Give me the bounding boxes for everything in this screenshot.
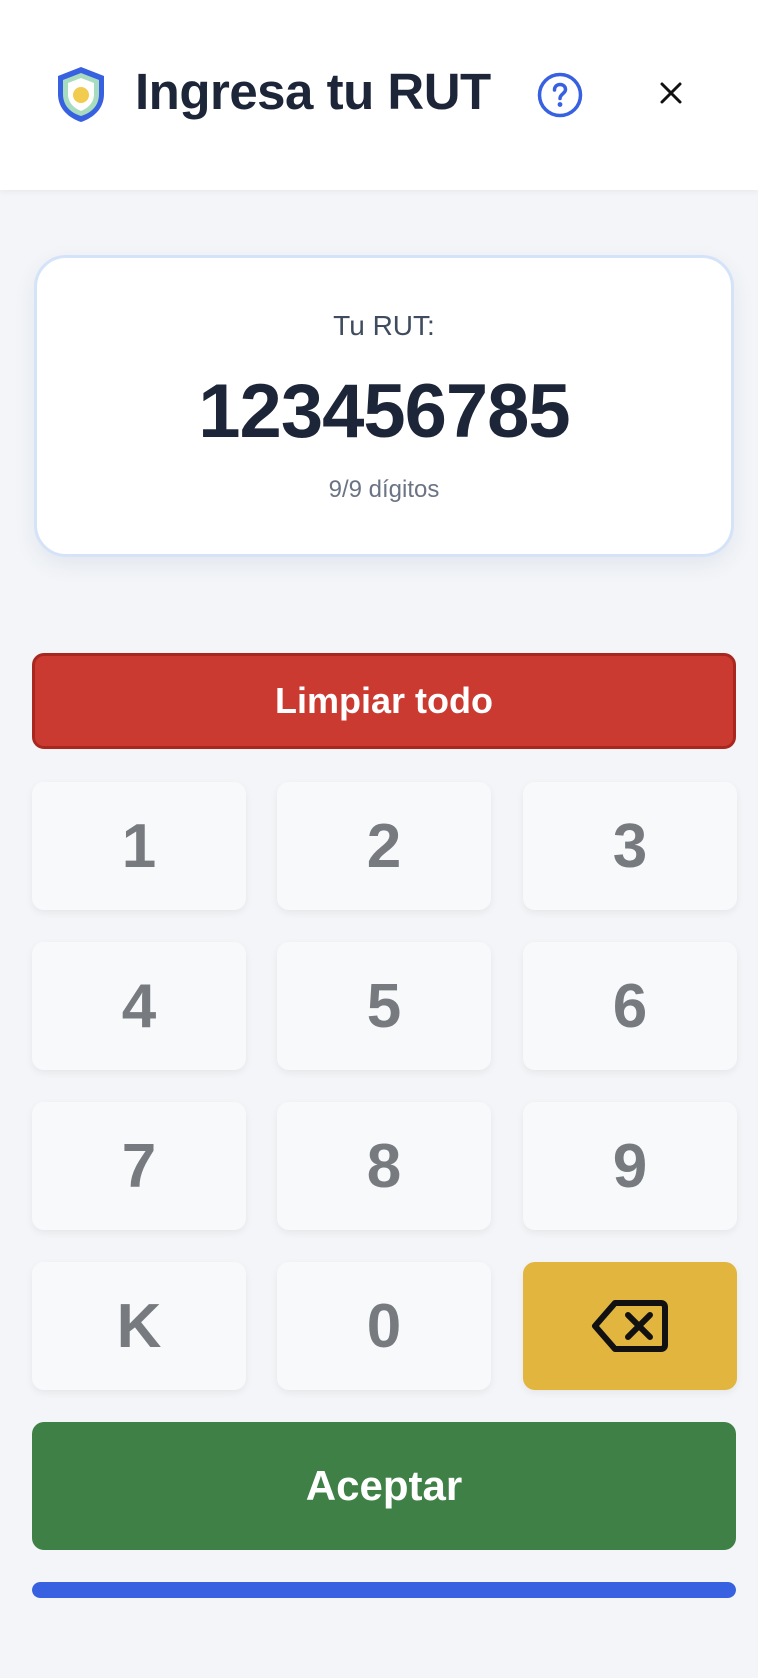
key-k[interactable]: K [32, 1262, 246, 1390]
progress-bar [32, 1582, 736, 1598]
key-6[interactable]: 6 [523, 942, 737, 1070]
close-icon[interactable] [656, 78, 686, 108]
page-title: Ingresa tu RUT [135, 63, 491, 120]
key-8[interactable]: 8 [277, 1102, 491, 1230]
key-3[interactable]: 3 [523, 782, 737, 910]
key-5[interactable]: 5 [277, 942, 491, 1070]
rut-display-card: Tu RUT: 123456785 9/9 dígitos [34, 255, 734, 557]
progress-fill [32, 1582, 736, 1598]
shield-icon [58, 67, 104, 122]
digit-counter: 9/9 dígitos [328, 476, 440, 503]
clear-all-button[interactable]: Limpiar todo [32, 653, 736, 749]
backspace-button[interactable] [523, 1262, 737, 1390]
key-2[interactable]: 2 [277, 782, 491, 910]
header: Ingresa tu RUT [0, 0, 758, 190]
key-1[interactable]: 1 [32, 782, 246, 910]
key-4[interactable]: 4 [32, 942, 246, 1070]
help-icon[interactable] [536, 71, 584, 119]
backspace-icon [592, 1300, 668, 1352]
accept-button[interactable]: Aceptar [32, 1422, 736, 1550]
key-9[interactable]: 9 [523, 1102, 737, 1230]
rut-value: 123456785 [198, 369, 570, 454]
key-7[interactable]: 7 [32, 1102, 246, 1230]
rut-label: Tu RUT: [333, 310, 435, 341]
key-0[interactable]: 0 [277, 1262, 491, 1390]
